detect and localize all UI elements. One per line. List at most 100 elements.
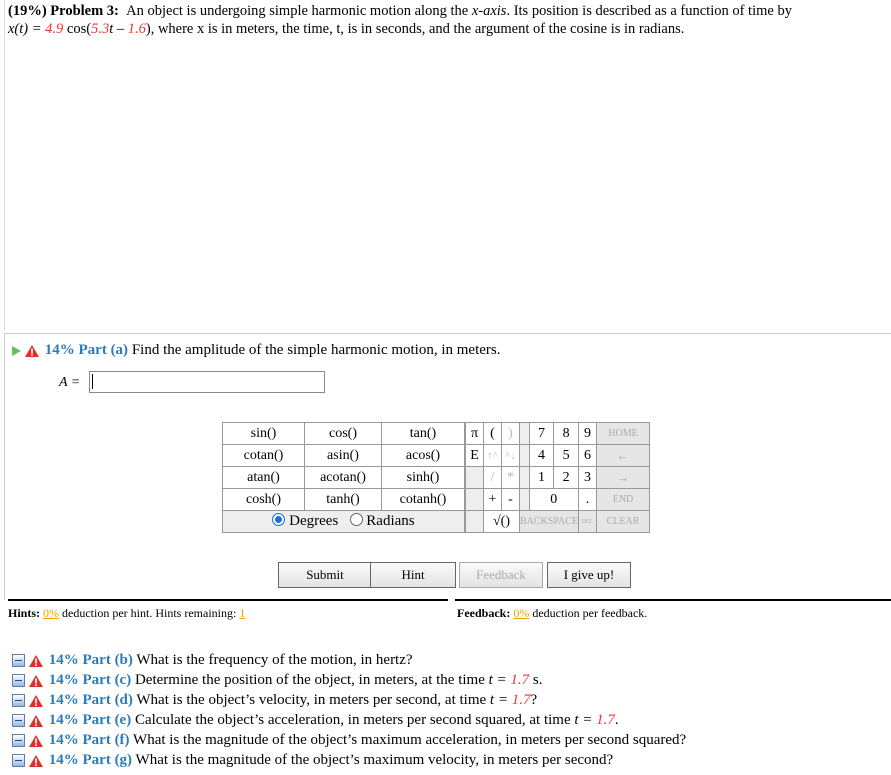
sin-button[interactable]: sin() (222, 422, 305, 445)
cosh-button[interactable]: cosh() (222, 488, 305, 511)
warning-icon (29, 714, 43, 727)
part-value: 1.7 (511, 692, 531, 708)
part-question: What is the object’s velocity, in meters… (136, 692, 487, 708)
cotanh-button[interactable]: cotanh() (381, 488, 465, 511)
radians-radio[interactable] (349, 513, 363, 526)
feedback-percent: 0% (513, 606, 530, 620)
hints-percent: 0% (43, 606, 60, 620)
divide-button[interactable]: / (483, 466, 502, 489)
list-item[interactable]: 14% Part (d) What is the object’s veloci… (12, 690, 686, 710)
key-9[interactable]: 9 (578, 422, 597, 445)
feedback-text: deduction per feedback. (532, 606, 648, 620)
expand-icon[interactable] (12, 654, 25, 668)
list-item[interactable]: 14% Part (e) Calculate the object’s acce… (12, 710, 686, 730)
problem-statement: (19%) Problem 3: An object is undergoing… (8, 2, 888, 38)
part-variable: t = (488, 672, 511, 688)
key-2[interactable]: 2 (553, 466, 579, 489)
key-7[interactable]: 7 (528, 422, 555, 445)
eq-t: t – (109, 21, 128, 37)
key-3[interactable]: 3 (578, 466, 597, 489)
part-value: 1.7 (510, 672, 530, 688)
end-button[interactable]: END (596, 488, 650, 511)
part-variable: t = (489, 692, 512, 708)
up-button[interactable]: ↑^ (483, 444, 502, 467)
key-4[interactable]: 4 (528, 444, 555, 467)
part-value: 1.7 (596, 712, 615, 728)
key-gap (519, 444, 530, 467)
part-percent: 14% Part (f) (48, 732, 130, 748)
minus-button[interactable]: - (501, 488, 520, 511)
hints-bar: Hints: 0% deduction per hint. Hints rema… (8, 599, 448, 647)
pi-button[interactable]: π (465, 422, 484, 445)
backspace-button[interactable]: BACKSPACE (519, 510, 579, 533)
clear-button[interactable]: CLEAR (596, 510, 650, 533)
expand-icon[interactable] (12, 714, 25, 728)
hint-button[interactable]: Hint (370, 562, 456, 588)
lparen-button[interactable]: ( (483, 422, 502, 445)
answer-label: A = (59, 375, 81, 390)
sinh-button[interactable]: sinh() (381, 466, 465, 489)
part-a-percent: 14% Part (a) (44, 342, 129, 358)
part-a-question: Find the amplitude of the simple harmoni… (131, 342, 501, 358)
sqrt-button[interactable]: √() (483, 510, 520, 533)
eq-cos: cos( (63, 21, 92, 37)
acotan-button[interactable]: acotan() (304, 466, 382, 489)
key-8[interactable]: 8 (553, 422, 579, 445)
atan-button[interactable]: atan() (222, 466, 305, 489)
expand-arrow-icon[interactable] (12, 345, 21, 356)
problem-title: Problem 3: (50, 3, 119, 19)
expand-icon[interactable] (12, 754, 25, 768)
submit-button[interactable]: Submit (278, 562, 372, 588)
pow-button[interactable]: ^↓ (501, 444, 520, 467)
rparen-button[interactable]: ) (501, 422, 520, 445)
degrees-radio[interactable] (272, 513, 286, 526)
expand-icon[interactable] (12, 674, 25, 688)
del-button[interactable]: DEL (578, 510, 597, 533)
warning-icon (29, 734, 43, 747)
part-question: Calculate the object’s acceleration, in … (134, 712, 571, 728)
e-button[interactable]: E (465, 444, 484, 467)
tan-button[interactable]: tan() (381, 422, 465, 445)
plus-button[interactable]: + (483, 488, 502, 511)
key-gap (519, 422, 530, 445)
key-0[interactable]: 0 (528, 488, 580, 511)
give-up-button[interactable]: I give up! (547, 562, 631, 588)
key-5[interactable]: 5 (553, 444, 579, 467)
expand-icon[interactable] (12, 734, 25, 748)
x-axis-text: x-axis (471, 3, 507, 19)
part-percent: 14% Part (d) (48, 692, 133, 708)
acos-button[interactable]: acos() (381, 444, 465, 467)
feedback-button[interactable]: Feedback (459, 562, 543, 588)
part-end: s. (529, 672, 543, 688)
right-arrow-button[interactable]: → (596, 466, 650, 489)
degrees-label: Degrees (289, 513, 339, 529)
asin-button[interactable]: asin() (304, 444, 382, 467)
list-item[interactable]: 14% Part (g) What is the magnitude of th… (12, 750, 686, 770)
key-gap (465, 466, 484, 489)
key-6[interactable]: 6 (578, 444, 597, 467)
cotan-button[interactable]: cotan() (222, 444, 305, 467)
feedback-bar: Feedback: 0% deduction per feedback. (455, 599, 891, 647)
list-item[interactable]: 14% Part (c) Determine the position of t… (12, 670, 686, 690)
left-arrow-button[interactable]: ← (596, 444, 650, 467)
warning-icon (29, 754, 43, 767)
part-percent: 14% Part (e) (48, 712, 132, 728)
warning-icon (29, 694, 43, 707)
cos-button[interactable]: cos() (304, 422, 382, 445)
home-button[interactable]: HOME (596, 422, 650, 445)
list-item[interactable]: 14% Part (b) What is the frequency of th… (12, 650, 686, 670)
tanh-button[interactable]: tanh() (304, 488, 382, 511)
multiply-button[interactable]: * (501, 466, 520, 489)
expand-icon[interactable] (12, 694, 25, 708)
key-1[interactable]: 1 (528, 466, 555, 489)
part-question: What is the magnitude of the object’s ma… (133, 732, 687, 748)
key-gap (465, 488, 484, 511)
eq-omega: 5.3 (91, 21, 110, 37)
function-keypad: sin() cos() tan() cotan() asin() acos() … (222, 422, 465, 533)
dot-button[interactable]: . (578, 488, 597, 511)
part-question: Determine the position of the object, in… (134, 672, 485, 688)
answer-input[interactable] (89, 371, 325, 393)
parts-list: 14% Part (b) What is the frequency of th… (12, 650, 686, 770)
warning-icon (25, 344, 39, 357)
list-item[interactable]: 14% Part (f) What is the magnitude of th… (12, 730, 686, 750)
